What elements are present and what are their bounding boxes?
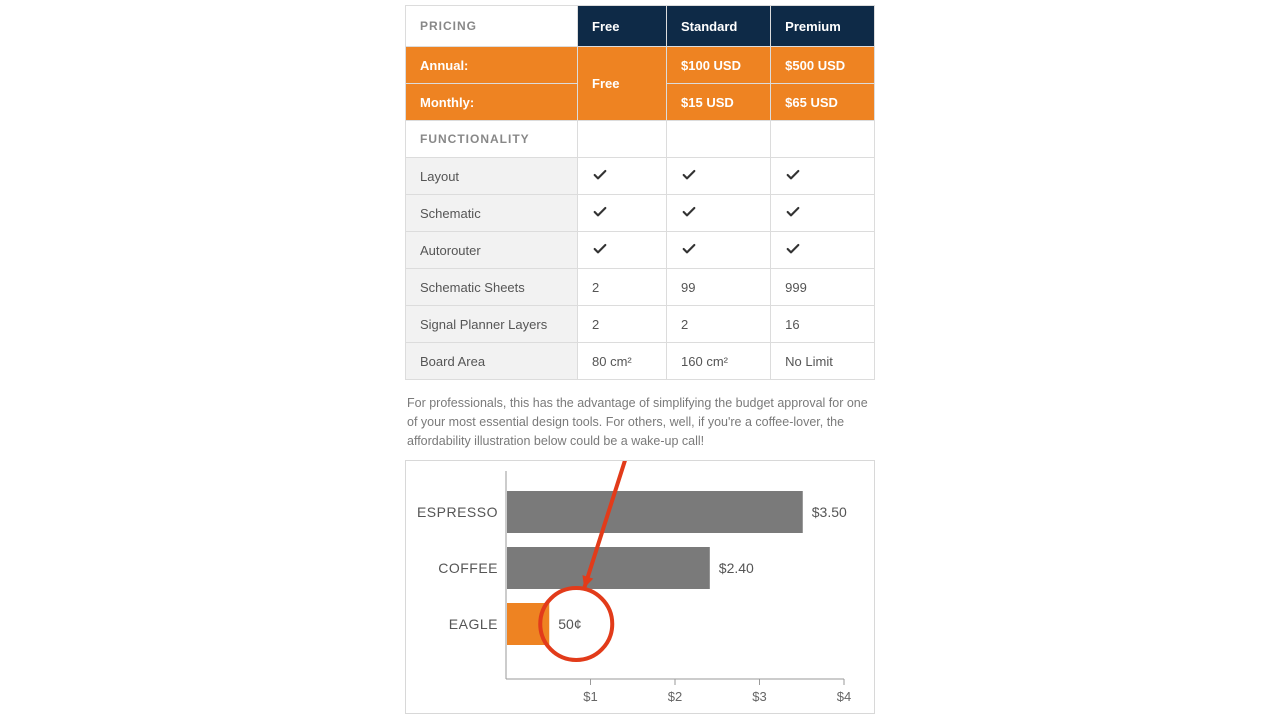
annual-label: Annual:	[406, 47, 578, 84]
feature-label: Layout	[406, 158, 578, 195]
feature-label: Autorouter	[406, 232, 578, 269]
svg-text:$3.50: $3.50	[812, 504, 847, 520]
check-icon	[592, 204, 608, 220]
svg-text:$2: $2	[668, 689, 682, 704]
feature-label: Board Area	[406, 343, 578, 380]
blurb-text: For professionals, this has the advantag…	[407, 394, 873, 450]
check-icon	[681, 167, 697, 183]
plan-premium-header: Premium	[771, 6, 875, 47]
pricing-header-label: PRICING	[406, 6, 578, 47]
check-icon	[785, 241, 801, 257]
svg-text:$1: $1	[583, 689, 597, 704]
plan-free-header: Free	[578, 6, 667, 47]
annual-standard: $100 USD	[667, 47, 771, 84]
feature-label: Schematic	[406, 195, 578, 232]
feature-premium	[771, 232, 875, 269]
feature-premium: No Limit	[771, 343, 875, 380]
feature-free	[578, 195, 667, 232]
check-icon	[681, 204, 697, 220]
check-icon	[592, 241, 608, 257]
feature-premium	[771, 158, 875, 195]
svg-text:EAGLE: EAGLE	[449, 616, 498, 632]
feature-standard: 160 cm²	[667, 343, 771, 380]
check-icon	[681, 241, 697, 257]
svg-text:50¢: 50¢	[558, 616, 581, 632]
feature-standard	[667, 158, 771, 195]
feature-free: 80 cm²	[578, 343, 667, 380]
monthly-label: Monthly:	[406, 84, 578, 121]
feature-label: Schematic Sheets	[406, 269, 578, 306]
annual-premium: $500 USD	[771, 47, 875, 84]
feature-free: 2	[578, 306, 667, 343]
check-icon	[785, 167, 801, 183]
feature-premium: 16	[771, 306, 875, 343]
feature-standard	[667, 232, 771, 269]
feature-premium: 999	[771, 269, 875, 306]
feature-standard	[667, 195, 771, 232]
feature-premium	[771, 195, 875, 232]
affordability-chart: $1 $2 $3 $4 ESPRESSO $3.50 COFFEE $2.40 EAGLE 50¢	[405, 460, 875, 714]
annual-free: Free	[578, 47, 667, 121]
feature-standard: 2	[667, 306, 771, 343]
svg-text:COFFEE: COFFEE	[438, 560, 498, 576]
feature-free	[578, 232, 667, 269]
plan-standard-header: Standard	[667, 6, 771, 47]
monthly-premium: $65 USD	[771, 84, 875, 121]
feature-standard: 99	[667, 269, 771, 306]
monthly-standard: $15 USD	[667, 84, 771, 121]
functionality-section-label: FUNCTIONALITY	[406, 121, 578, 158]
svg-text:$2.40: $2.40	[719, 560, 754, 576]
feature-free: 2	[578, 269, 667, 306]
check-icon	[785, 204, 801, 220]
svg-text:$4: $4	[837, 689, 851, 704]
feature-label: Signal Planner Layers	[406, 306, 578, 343]
check-icon	[592, 167, 608, 183]
svg-text:$3: $3	[752, 689, 766, 704]
pricing-table: PRICING Free Standard Premium Annual: Fr…	[405, 5, 875, 380]
feature-free	[578, 158, 667, 195]
svg-text:ESPRESSO: ESPRESSO	[417, 504, 498, 520]
